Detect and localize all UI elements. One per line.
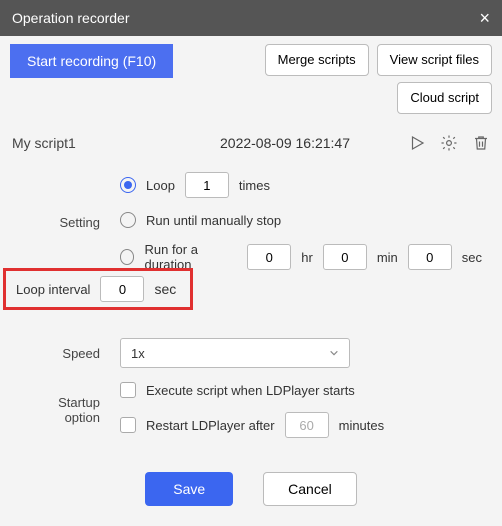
loop-interval-unit: sec [154, 281, 176, 297]
start-recording-button[interactable]: Start recording (F10) [10, 44, 173, 78]
toolbar: Start recording (F10) Merge scripts View… [0, 36, 502, 114]
duration-sec-input[interactable] [408, 244, 452, 270]
setting-label: Setting [20, 215, 100, 230]
loop-interval-label: Loop interval [16, 282, 90, 297]
execute-on-start-checkbox[interactable] [120, 382, 136, 398]
footer: Save Cancel [0, 452, 502, 526]
view-script-files-button[interactable]: View script files [377, 44, 492, 76]
cancel-button[interactable]: Cancel [263, 472, 357, 506]
startup-label: Startup option [20, 395, 100, 425]
restart-label: Restart LDPlayer after [146, 418, 275, 433]
restart-checkbox[interactable] [120, 417, 136, 433]
script-name: My script1 [12, 135, 162, 151]
run-manual-label: Run until manually stop [146, 213, 281, 228]
loop-label: Loop [146, 178, 175, 193]
speed-label: Speed [20, 346, 100, 361]
run-duration-radio[interactable] [120, 249, 134, 265]
save-button[interactable]: Save [145, 472, 233, 506]
close-icon[interactable]: × [479, 8, 490, 29]
cloud-script-button[interactable]: Cloud script [397, 82, 492, 114]
gear-icon[interactable] [440, 134, 458, 152]
execute-on-start-label: Execute script when LDPlayer starts [146, 383, 355, 398]
script-row: My script1 2022-08-09 16:21:47 [0, 114, 502, 162]
speed-select[interactable]: 1x [120, 338, 350, 368]
loop-interval-input[interactable] [100, 276, 144, 302]
hr-label: hr [301, 250, 313, 265]
restart-unit: minutes [339, 418, 385, 433]
chevron-down-icon [329, 348, 339, 358]
window-title: Operation recorder [12, 10, 130, 26]
script-date: 2022-08-09 16:21:47 [174, 135, 396, 151]
titlebar: Operation recorder × [0, 0, 502, 36]
loop-interval-highlight: Loop interval sec [3, 268, 193, 310]
duration-min-input[interactable] [323, 244, 367, 270]
play-icon[interactable] [408, 134, 426, 152]
loop-radio[interactable] [120, 177, 136, 193]
sec-label: sec [462, 250, 482, 265]
trash-icon[interactable] [472, 134, 490, 152]
merge-scripts-button[interactable]: Merge scripts [265, 44, 369, 76]
run-manual-radio[interactable] [120, 212, 136, 228]
duration-hr-input[interactable] [247, 244, 291, 270]
settings-form: Setting Loop times Run until manually st… [0, 162, 502, 438]
speed-value: 1x [131, 346, 145, 361]
loop-times-input[interactable] [185, 172, 229, 198]
restart-minutes-input[interactable] [285, 412, 329, 438]
times-label: times [239, 178, 270, 193]
min-label: min [377, 250, 398, 265]
